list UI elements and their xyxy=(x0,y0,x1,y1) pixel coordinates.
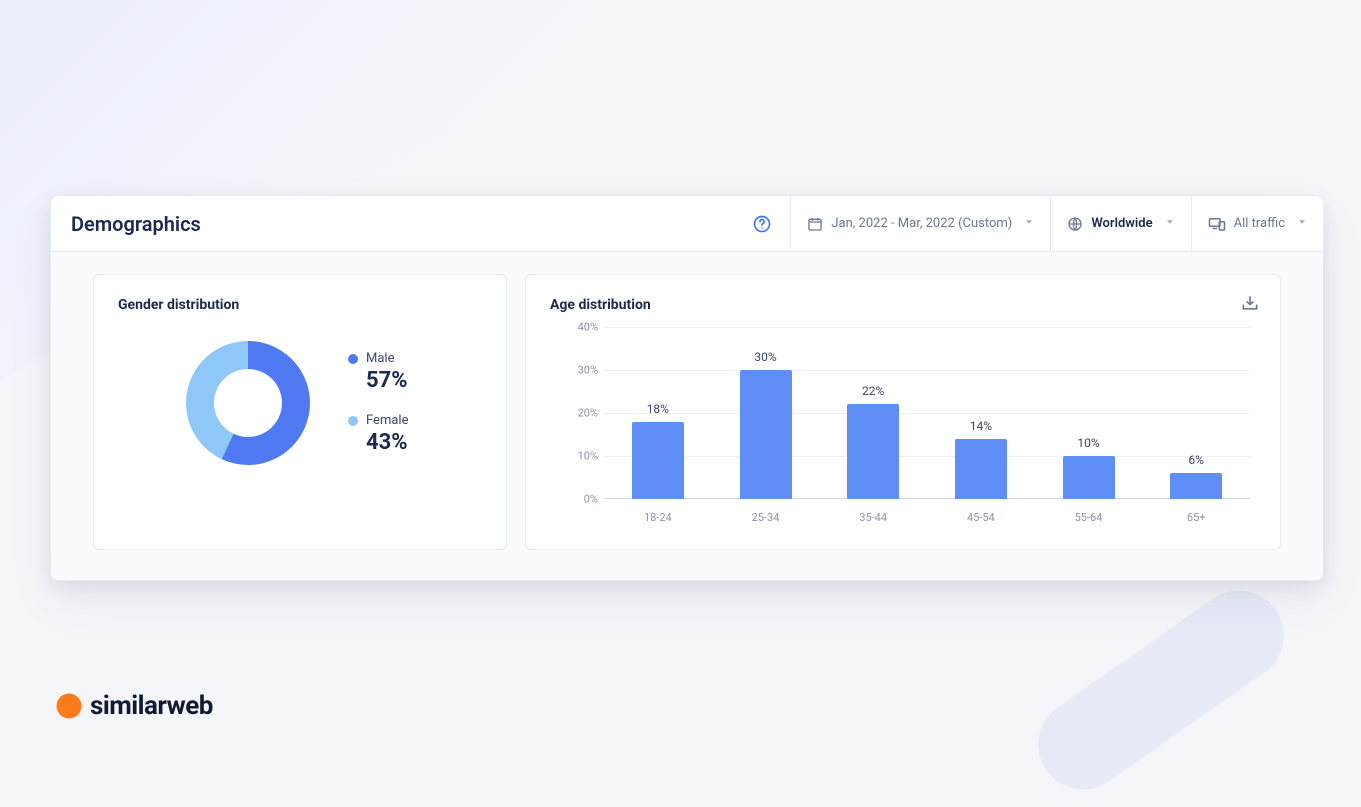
bar-column: 22% xyxy=(819,327,927,499)
x-axis-tick: 55-64 xyxy=(1035,503,1143,527)
x-axis-tick: 65+ xyxy=(1142,503,1250,527)
legend-label: Female xyxy=(348,413,408,428)
download-button[interactable] xyxy=(1240,293,1260,313)
y-axis-tick: 40% xyxy=(560,321,598,334)
x-axis-tick: 45-54 xyxy=(927,503,1035,527)
legend-label: Male xyxy=(348,351,408,366)
legend-dot-icon xyxy=(348,416,358,426)
background-accent-pill xyxy=(1021,573,1302,807)
bar-value-label: 22% xyxy=(847,384,899,398)
legend-value: 57% xyxy=(348,368,408,393)
bar-column: 6% xyxy=(1142,327,1250,499)
bar-column: 14% xyxy=(927,327,1035,499)
card-title: Age distribution xyxy=(550,297,1256,313)
bar: 30% xyxy=(740,370,792,499)
region-label: Worldwide xyxy=(1091,216,1152,231)
y-axis-tick: 20% xyxy=(560,407,598,420)
date-range-selector[interactable]: Jan, 2022 - Mar, 2022 (Custom) xyxy=(790,196,1050,251)
date-range-label: Jan, 2022 - Mar, 2022 (Custom) xyxy=(831,216,1012,231)
bar-column: 30% xyxy=(712,327,820,499)
card-title: Gender distribution xyxy=(118,297,482,313)
legend-row-male: Male 57% xyxy=(348,351,408,393)
age-distribution-card: Age distribution 0% 10% 20% 30% 40% 18% 30% 22… xyxy=(525,274,1281,550)
panel-header: Demographics Jan, 2022 - Mar, 2022 (Cust… xyxy=(51,196,1323,252)
globe-icon xyxy=(1067,216,1083,232)
traffic-selector[interactable]: All traffic xyxy=(1191,196,1323,251)
chevron-down-icon xyxy=(1297,216,1307,231)
bar-value-label: 18% xyxy=(632,402,684,416)
calendar-icon xyxy=(807,216,823,232)
legend-text: Male xyxy=(366,351,394,366)
page-title: Demographics xyxy=(51,196,734,251)
bar: 18% xyxy=(632,422,684,499)
legend-dot-icon xyxy=(348,354,358,364)
bar-column: 18% xyxy=(604,327,712,499)
legend-text: Female xyxy=(366,413,408,428)
traffic-label: All traffic xyxy=(1234,216,1285,231)
bar: 10% xyxy=(1063,456,1115,499)
x-axis-tick: 18-24 xyxy=(604,503,712,527)
similarweb-logo-icon xyxy=(56,693,82,719)
legend-value: 43% xyxy=(348,430,408,455)
bar-value-label: 6% xyxy=(1170,453,1222,467)
brand-logo: similarweb xyxy=(56,691,213,721)
y-axis-tick: 30% xyxy=(560,364,598,377)
chevron-down-icon xyxy=(1165,216,1175,231)
bar-column: 10% xyxy=(1035,327,1143,499)
chevron-down-icon xyxy=(1024,216,1034,231)
help-button[interactable] xyxy=(734,196,790,251)
y-axis-tick: 0% xyxy=(560,493,598,506)
gender-distribution-card: Gender distribution Male 57% Female 43% xyxy=(93,274,507,550)
help-icon xyxy=(752,214,772,234)
devices-icon xyxy=(1208,216,1226,232)
download-icon xyxy=(1240,293,1260,313)
brand-name: similarweb xyxy=(90,691,213,721)
age-bar-chart: 0%10%20%30%40% 18%30%22%14%10%6% 18-2425… xyxy=(560,327,1250,527)
demographics-panel: Demographics Jan, 2022 - Mar, 2022 (Cust… xyxy=(50,195,1324,581)
y-axis-tick: 10% xyxy=(560,450,598,463)
bar-value-label: 10% xyxy=(1063,436,1115,450)
gender-legend: Male 57% Female 43% xyxy=(348,351,408,455)
bar: 14% xyxy=(955,439,1007,499)
legend-row-female: Female 43% xyxy=(348,413,408,455)
gender-donut-chart xyxy=(178,333,318,473)
bar-value-label: 14% xyxy=(955,419,1007,433)
x-axis-tick: 35-44 xyxy=(819,503,927,527)
bar: 6% xyxy=(1170,473,1222,499)
x-axis-tick: 25-34 xyxy=(712,503,820,527)
bar: 22% xyxy=(847,404,899,499)
bar-value-label: 30% xyxy=(740,350,792,364)
region-selector[interactable]: Worldwide xyxy=(1050,196,1190,251)
panel-body: Gender distribution Male 57% Female 43% Age… xyxy=(51,252,1323,580)
